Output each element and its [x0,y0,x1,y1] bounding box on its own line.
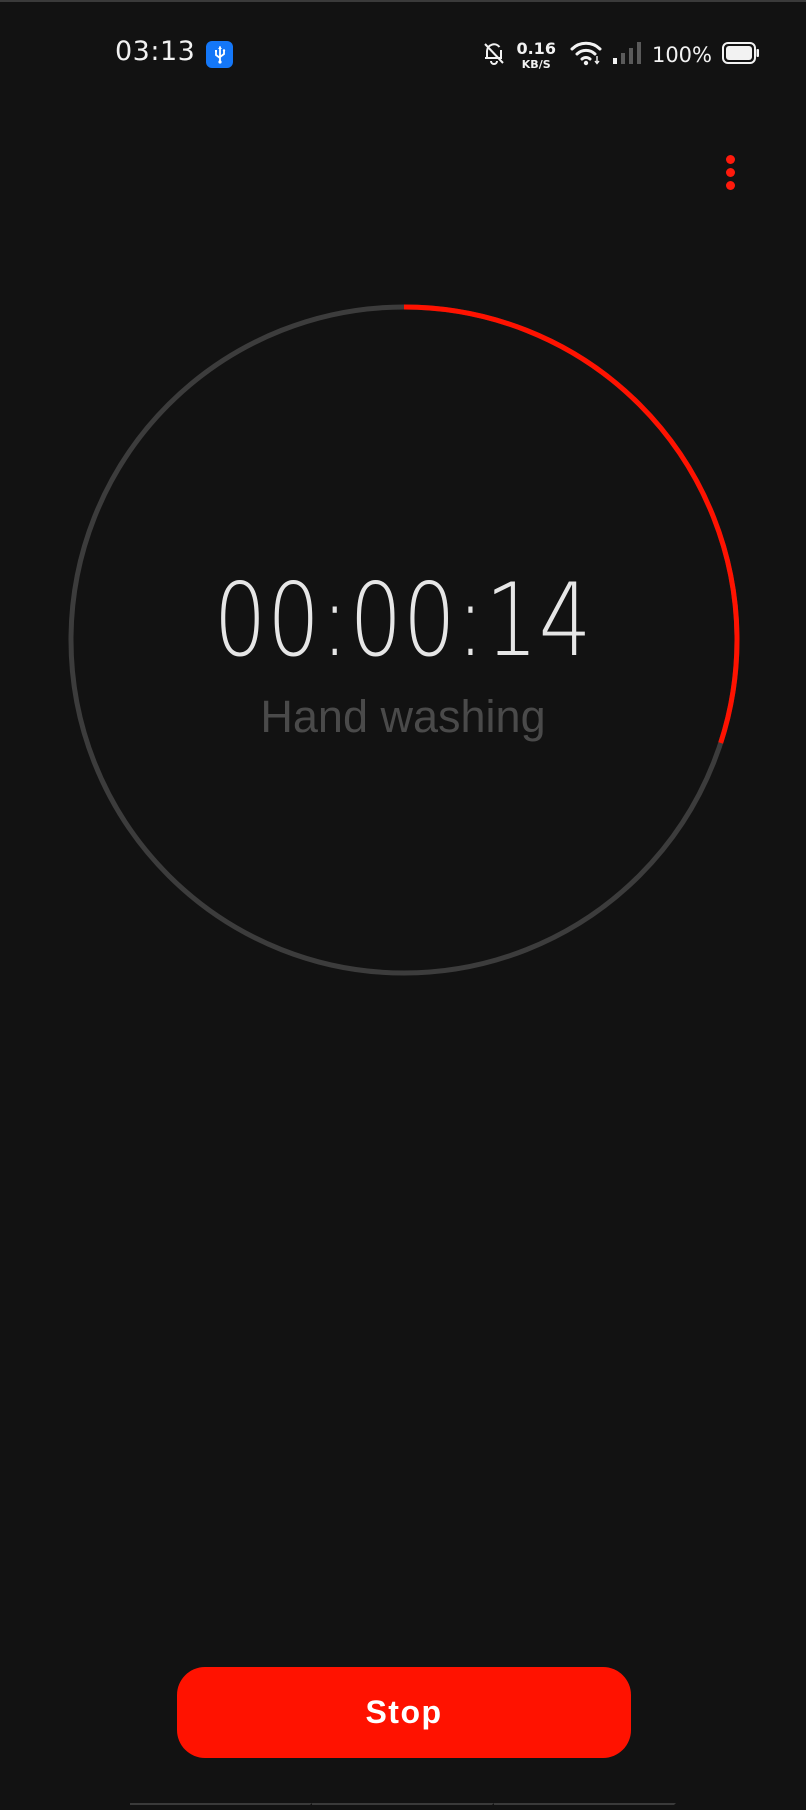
usb-icon [206,41,233,68]
wifi-icon [570,40,602,71]
bottom-sheet-handles [130,1803,676,1810]
overflow-dot [725,154,735,164]
handle-segment [494,1803,676,1810]
stop-button[interactable]: Stop [177,1667,631,1758]
timer-display: 00:00:14 [213,561,593,679]
timer-label: Hand washing [260,691,546,742]
status-icons: 0.16 KB/S 100% [482,30,760,80]
battery-icon [722,41,760,69]
status-bar: 03:13 0.16 KB/S 100% [0,0,806,108]
overflow-dot [725,180,735,190]
cell-signal-icon [612,41,642,70]
more-vertical-icon[interactable] [708,145,752,199]
network-speed-unit: KB/S [521,57,551,71]
overflow-dot [725,167,735,177]
handle-segment [130,1803,312,1810]
battery-percent: 100% [651,43,712,67]
status-time: 03:13 [115,36,196,67]
network-speed: 0.16 KB/S [516,38,556,71]
network-speed-value: 0.16 [516,38,556,58]
handle-segment [312,1803,494,1810]
bell-off-icon [482,40,506,71]
